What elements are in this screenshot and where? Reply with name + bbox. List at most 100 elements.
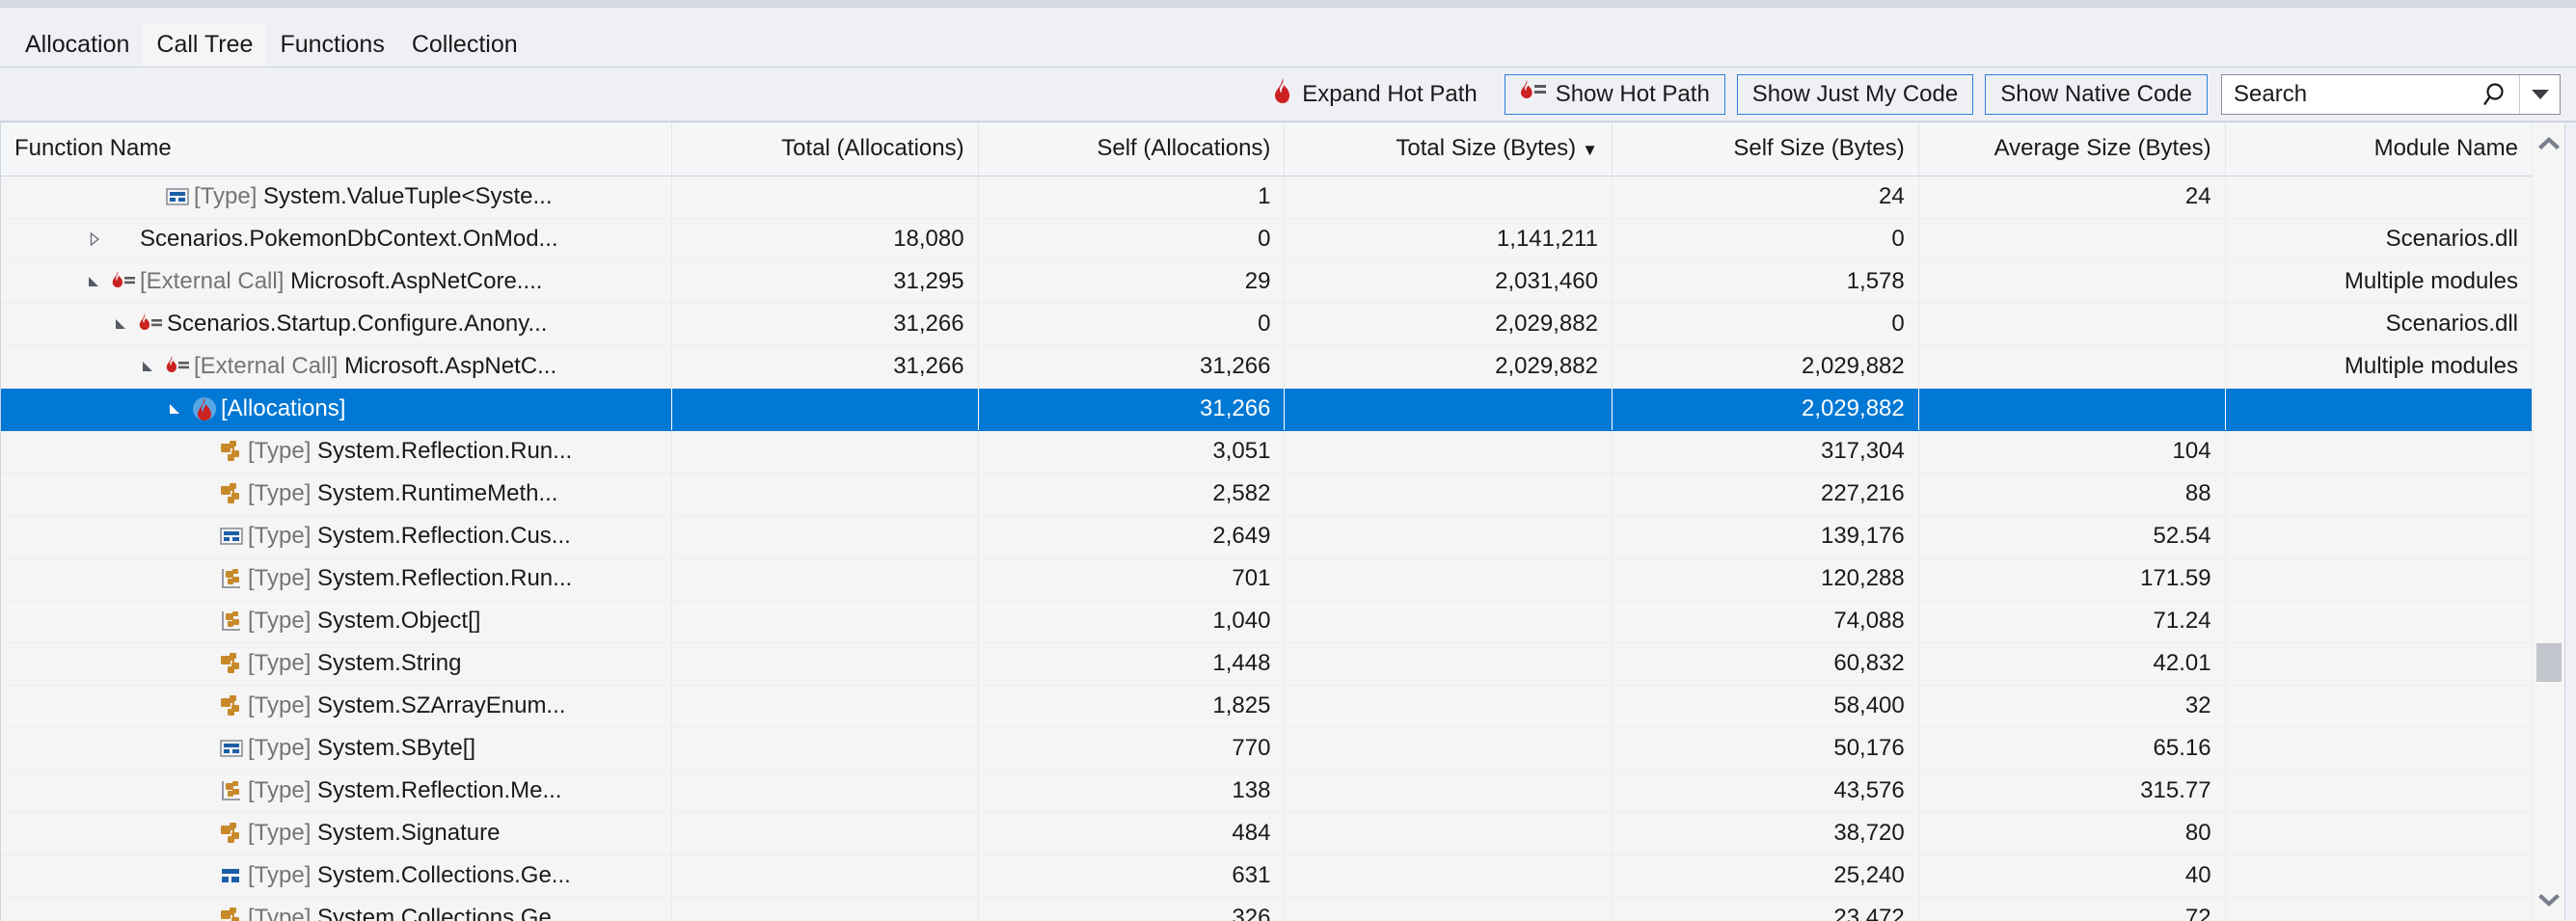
column-header-self-allocations[interactable]: Self (Allocations): [978, 122, 1286, 176]
cell-function-name[interactable]: [Type] System.Signature: [1, 812, 672, 855]
scroll-down-button[interactable]: [2533, 880, 2565, 921]
cell-function-name[interactable]: [Type] System.Reflection.Me...: [1, 770, 672, 813]
cell-function-name[interactable]: [Type] System.Object[]: [1, 600, 672, 643]
vertical-scrollbar[interactable]: [2532, 122, 2564, 921]
table-row[interactable]: [Type] System.Reflection.Run... 701 120,28…: [1, 557, 2532, 601]
cell-average-size: 88: [1918, 473, 2226, 516]
cell-self-allocations: 484: [978, 812, 1286, 855]
cell-function-name[interactable]: [Type] System.String: [1, 642, 672, 686]
cell-function-name[interactable]: [Type] System.SZArrayEnum...: [1, 685, 672, 728]
cell-function-name[interactable]: [Type] System.Reflection.Run...: [1, 557, 672, 601]
tab-call-tree[interactable]: Call Tree: [143, 23, 267, 67]
function-name-text: System.SZArrayEnum...: [317, 692, 566, 718]
scrollbar-thumb[interactable]: [2535, 643, 2562, 683]
cell-function-name[interactable]: [Type] System.Reflection.Run...: [1, 430, 672, 474]
tree-collapse-icon[interactable]: [109, 304, 134, 345]
cell-average-size: 40: [1918, 854, 2226, 898]
cell-module-name: [2225, 388, 2532, 431]
cell-total-allocations: [671, 642, 979, 686]
tree-collapse-icon[interactable]: [136, 346, 161, 388]
cell-function-name[interactable]: [Type] System.Collections.Ge...: [1, 854, 672, 898]
scrollbar-track[interactable]: [2533, 163, 2565, 880]
column-header-label: Average Size (Bytes): [1993, 135, 2211, 162]
table-row[interactable]: [Type] System.Object[] 1,040 74,088 71.24: [1, 600, 2532, 643]
cell-function-name[interactable]: [Type] System.Collections.Ge...: [1, 897, 672, 921]
view-tabstrip: Allocation Call Tree Functions Collection: [0, 8, 2576, 68]
tab-label: Collection: [411, 31, 518, 58]
cell-function-name[interactable]: [External Call] Microsoft.AspNetCore....: [1, 260, 672, 304]
cell-total-size: [1284, 473, 1613, 516]
tree-expander-placeholder: [190, 516, 215, 557]
column-header-module-name[interactable]: Module Name: [2225, 122, 2532, 176]
table-row[interactable]: [Type] System.ValueTuple<Syste... 1 24 24: [1, 176, 2532, 219]
function-name-label: [Type] System.Reflection.Me...: [248, 777, 561, 804]
cell-total-allocations: [671, 473, 979, 516]
table-row[interactable]: [Type] System.Signature 484 38,720 80: [1, 812, 2532, 855]
cell-self-size: 2,029,882: [1612, 345, 1919, 389]
table-row[interactable]: [External Call] Microsoft.AspNetCore....…: [1, 260, 2532, 304]
cell-function-name[interactable]: [External Call] Microsoft.AspNetC...: [1, 345, 672, 389]
cell-self-allocations: 0: [978, 303, 1286, 346]
table-row[interactable]: [Type] System.String 1,448 60,832 42.01: [1, 642, 2532, 686]
tree-expand-icon[interactable]: [82, 219, 107, 260]
cell-function-name[interactable]: Scenarios.PokemonDbContext.OnMod...: [1, 218, 672, 261]
cell-self-allocations: 1,448: [978, 642, 1286, 686]
show-native-code-button[interactable]: Show Native Code: [1985, 73, 2208, 115]
table-row[interactable]: [Type] System.Collections.Ge... 326 23,472…: [1, 897, 2532, 921]
table-row[interactable]: [Type] System.Collections.Ge... 631 25,240…: [1, 854, 2532, 898]
column-header-label: Self Size (Bytes): [1733, 135, 1905, 162]
cell-function-name[interactable]: [Type] System.Reflection.Cus...: [1, 515, 672, 558]
tab-functions[interactable]: Functions: [266, 23, 397, 67]
table-row[interactable]: Scenarios.PokemonDbContext.OnMod... 18,08…: [1, 218, 2532, 261]
function-name-label: [Type] System.Collections.Ge...: [248, 862, 571, 889]
cell-total-allocations: [671, 557, 979, 601]
cell-average-size: 65.16: [1918, 727, 2226, 771]
search-input[interactable]: [2222, 74, 2475, 114]
column-header-self-size-bytes[interactable]: Self Size (Bytes): [1612, 122, 1919, 176]
show-hot-path-button[interactable]: Show Hot Path: [1504, 73, 1725, 115]
table-row[interactable]: [Type] System.RuntimeMeth... 2,582 227,216…: [1, 473, 2532, 516]
column-header-function-name[interactable]: Function Name: [1, 122, 672, 176]
cell-function-name[interactable]: [Type] System.SByte[]: [1, 727, 672, 771]
table-row[interactable]: [Type] System.Reflection.Cus... 2,649 139,…: [1, 515, 2532, 558]
table-row[interactable]: [Type] System.Reflection.Run... 3,051 317,…: [1, 430, 2532, 474]
cell-average-size: 24: [1918, 176, 2226, 219]
table-row[interactable]: [Type] System.Reflection.Me... 138 43,576 3…: [1, 770, 2532, 813]
function-type-tag: [Type]: [248, 692, 318, 718]
cell-function-name[interactable]: [Type] System.RuntimeMeth...: [1, 473, 672, 516]
cell-total-allocations: [671, 430, 979, 474]
column-header-average-size-bytes[interactable]: Average Size (Bytes): [1918, 122, 2226, 176]
column-header-total-size-bytes[interactable]: Total Size (Bytes) ▼: [1284, 122, 1613, 176]
table-row[interactable]: Scenarios.Startup.Configure.Anony... 31,2…: [1, 303, 2532, 346]
expand-hot-path-button[interactable]: Expand Hot Path: [1257, 75, 1492, 114]
cell-function-name[interactable]: [Allocations]: [1, 388, 672, 431]
cell-self-allocations: 326: [978, 897, 1286, 921]
tree-collapse-icon[interactable]: [163, 389, 188, 430]
array-icon: [215, 771, 248, 812]
search-box[interactable]: [2221, 73, 2561, 115]
function-name-label: [Type] System.Object[]: [248, 608, 480, 635]
table-row[interactable]: [Allocations] 31,266 2,029,882: [1, 388, 2532, 431]
table-row[interactable]: [Type] System.SZArrayEnum... 1,825 58,400 3…: [1, 685, 2532, 728]
cell-total-allocations: [671, 685, 979, 728]
cell-self-size: 0: [1612, 303, 1919, 346]
search-options-dropdown[interactable]: [2519, 74, 2560, 114]
table-row[interactable]: [Type] System.SByte[] 770 50,176 65.16: [1, 727, 2532, 771]
cell-module-name: Scenarios.dll: [2225, 303, 2532, 346]
show-just-my-code-button[interactable]: Show Just My Code: [1736, 73, 1974, 115]
tree-collapse-icon[interactable]: [82, 261, 107, 303]
cell-self-size: 139,176: [1612, 515, 1919, 558]
function-name-text: System.Reflection.Cus...: [317, 523, 571, 549]
table-row[interactable]: [External Call] Microsoft.AspNetC... 31,2…: [1, 345, 2532, 389]
function-name-label: [External Call] Microsoft.AspNetCore....: [140, 268, 542, 295]
scroll-up-button[interactable]: [2533, 122, 2565, 163]
tab-allocation[interactable]: Allocation: [12, 23, 143, 67]
cell-function-name[interactable]: [Type] System.ValueTuple<Syste...: [1, 176, 672, 219]
search-icon[interactable]: [2475, 75, 2519, 114]
cell-function-name[interactable]: Scenarios.Startup.Configure.Anony...: [1, 303, 672, 346]
column-header-total-allocations[interactable]: Total (Allocations): [671, 122, 979, 176]
tab-collection[interactable]: Collection: [398, 23, 531, 67]
